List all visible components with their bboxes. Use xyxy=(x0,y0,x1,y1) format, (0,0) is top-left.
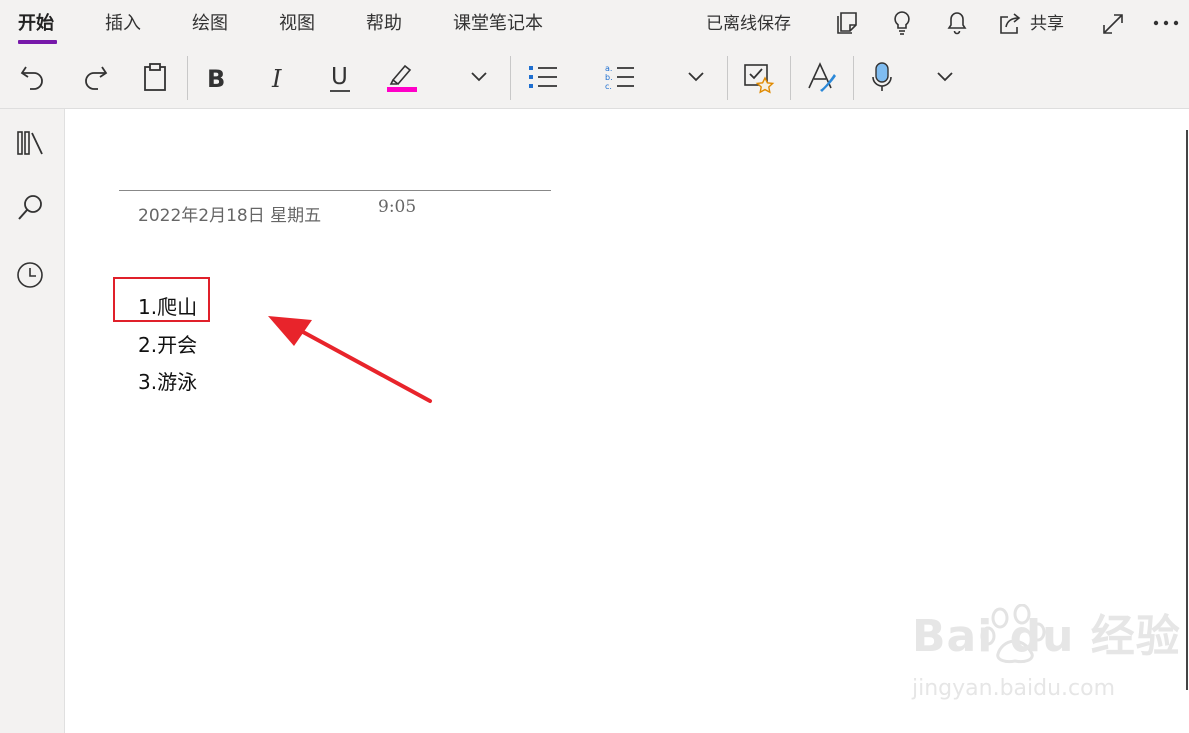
active-tab-indicator xyxy=(18,40,57,44)
svg-text:a.: a. xyxy=(605,64,612,73)
redo-icon[interactable] xyxy=(80,62,110,92)
tab-home[interactable]: 开始 xyxy=(18,12,54,36)
tab-draw[interactable]: 绘图 xyxy=(192,12,228,36)
tab-class-notebook[interactable]: 课堂笔记本 xyxy=(453,12,543,36)
svg-text:b.: b. xyxy=(605,73,613,82)
left-navigation-bar xyxy=(0,109,65,733)
svg-text:B: B xyxy=(207,65,225,92)
chevron-down-icon[interactable] xyxy=(686,70,706,84)
svg-text:I: I xyxy=(271,65,282,92)
recent-clock-icon[interactable] xyxy=(16,260,46,290)
more-options-icon[interactable] xyxy=(1152,19,1180,27)
list-item[interactable]: 3.游泳 xyxy=(138,366,197,395)
paste-icon[interactable] xyxy=(142,62,168,92)
toolbar-separator xyxy=(187,56,188,100)
svg-text:U: U xyxy=(331,64,348,90)
ribbon: 开始 插入 绘图 视图 帮助 课堂笔记本 已离线保存 共享 B I U a. b… xyxy=(0,0,1189,109)
bullet-list-icon[interactable] xyxy=(527,62,559,92)
list-item[interactable]: 2.开会 xyxy=(138,329,197,358)
chevron-down-icon[interactable] xyxy=(935,70,955,84)
page-title-line[interactable] xyxy=(119,190,551,191)
sync-status: 已离线保存 xyxy=(706,14,791,34)
expand-icon[interactable] xyxy=(1100,11,1126,37)
svg-text:c.: c. xyxy=(605,82,612,91)
annotation-arrow xyxy=(268,316,432,403)
page-date: 2022年2月18日 星期五 xyxy=(138,206,322,226)
sticky-notes-icon[interactable] xyxy=(836,11,860,35)
styles-icon[interactable] xyxy=(806,60,838,94)
bell-icon[interactable] xyxy=(945,10,969,36)
tab-insert[interactable]: 插入 xyxy=(105,12,141,36)
bold-icon[interactable]: B xyxy=(205,64,231,92)
watermark-logo-text: Bai du 经验 xyxy=(912,611,1181,662)
tag-checkbox-star-icon[interactable] xyxy=(743,62,775,94)
toolbar-separator xyxy=(510,56,511,100)
notebooks-icon[interactable] xyxy=(16,129,46,157)
page-time: 9:05 xyxy=(378,197,417,217)
share-icon[interactable] xyxy=(998,11,1024,35)
toolbar-separator xyxy=(790,56,791,100)
microphone-icon[interactable] xyxy=(870,60,894,94)
page-edge-scrollbar[interactable] xyxy=(1186,130,1188,690)
chevron-down-icon[interactable] xyxy=(469,70,489,84)
search-icon[interactable] xyxy=(16,193,46,223)
watermark-url: jingyan.baidu.com xyxy=(912,676,1116,701)
underline-icon[interactable]: U xyxy=(328,62,354,94)
highlighter-icon[interactable] xyxy=(385,60,419,94)
share-button[interactable]: 共享 xyxy=(1030,12,1064,36)
italic-icon[interactable]: I xyxy=(268,64,292,92)
tab-help[interactable]: 帮助 xyxy=(366,12,402,36)
tab-view[interactable]: 视图 xyxy=(279,12,315,36)
toolbar-separator xyxy=(727,56,728,100)
annotation-highlight-box xyxy=(113,277,210,322)
lightbulb-icon[interactable] xyxy=(890,10,914,36)
toolbar-separator xyxy=(853,56,854,100)
undo-icon[interactable] xyxy=(18,62,48,92)
numbered-list-icon[interactable]: a. b. c. xyxy=(604,62,636,92)
